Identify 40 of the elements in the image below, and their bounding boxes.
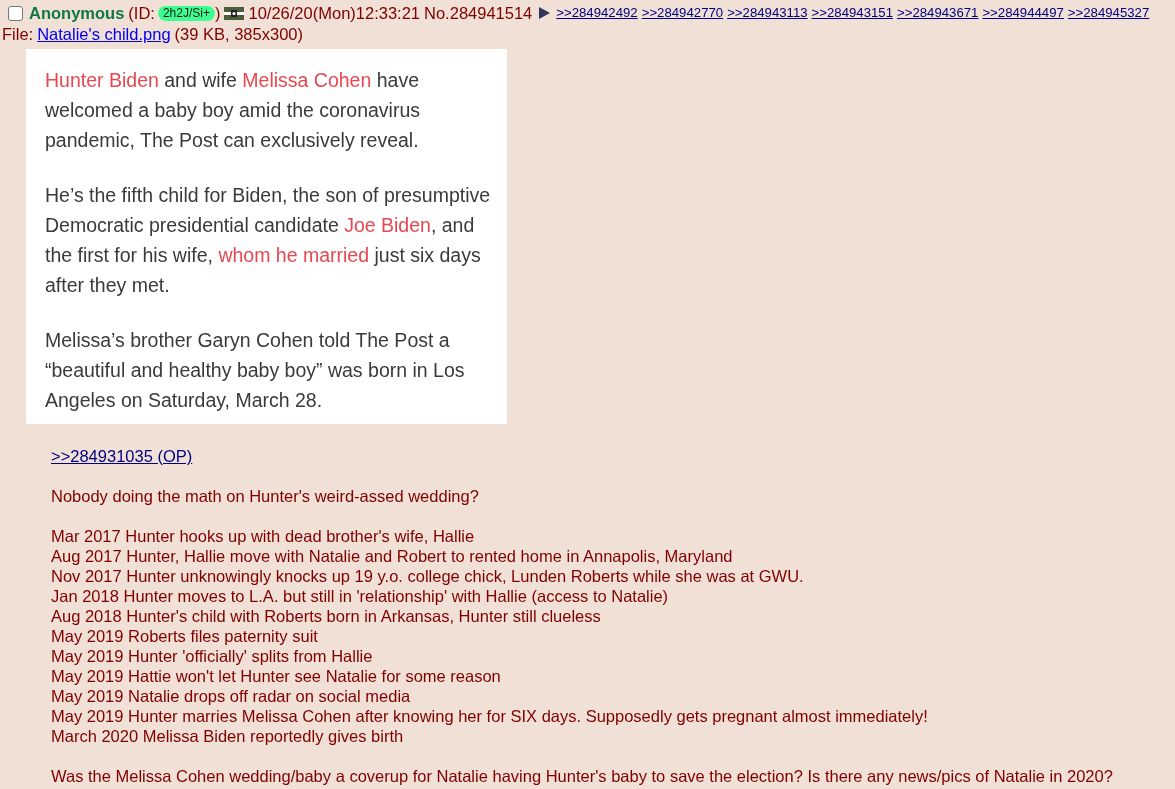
reply-link[interactable]: >>284944497 [982, 3, 1064, 23]
checkbox[interactable] [8, 5, 23, 21]
file-info: (39 KB, 385x300) [174, 23, 303, 45]
id-label: (ID: [128, 2, 155, 24]
id-label: ) [215, 2, 221, 24]
post-date: 10/26/20(Mon)12:33:21 [248, 2, 421, 24]
article-link[interactable]: Joe Biden [344, 214, 431, 236]
reply-link[interactable]: >>284945327 [1067, 3, 1150, 23]
menu-arrow-icon[interactable] [539, 7, 551, 19]
quote-link[interactable]: >>284931035 (OP) [51, 446, 193, 466]
message-line: Aug 2017 Hunter, Hallie move with Natalie and Robert to rented home in Annapolis, Maryland [51, 546, 734, 566]
message-line: March 2020 Melissa Biden reportedly gives birth [51, 726, 405, 746]
reply-link[interactable]: >>284943671 [897, 3, 979, 23]
message-line: Nov 2017 Hunter unknowingly knocks up 19 y.o. college chick, Lunden Roberts while she was at GWU. [51, 566, 805, 586]
message-line: Jan 2018 Hunter moves to L.A. but still in 'relationship' with Hallie (access to Natalie) [51, 586, 670, 606]
message-line: May 2019 Hattie won't let Hunter see Natalie for some reason [51, 666, 502, 686]
article-paragraph: He’s the fifth child for Biden, the son of presumptive Democratic presidential candidate Joe Biden, and the first for his wife, whom he married just six days after they met. [45, 183, 492, 298]
reply-link[interactable]: >>284942770 [641, 3, 724, 23]
message-line: May 2019 Hunter marries Melissa Cohen after knowing her for SIX days. Supposedly gets pregnant almost immediately! [51, 706, 929, 726]
message-line: Mar 2017 Hunter hooks up with dead brother's wife, Hallie [51, 526, 476, 546]
article-link[interactable]: whom he married [218, 244, 370, 266]
message-line: May 2019 Natalie drops off radar on social media [51, 686, 412, 706]
article-link[interactable]: Hunter Biden [45, 69, 159, 91]
reply-link[interactable]: >>284943113 [727, 3, 808, 23]
message-line: Aug 2018 Hunter's child with Roberts born in Arkansas, Hunter still clueless [51, 606, 602, 626]
article-paragraph: Hunter Biden and wife Melissa Cohen have welcomed a baby boy amid the coronavirus pandemic, The Post can exclusively reveal. [45, 68, 422, 153]
file-link[interactable]: Natalie's child.png [37, 21, 171, 47]
article-paragraph: Melissa’s brother Garyn Cohen told The Post a “beautiful and healthy baby boy” was born in Los Angeles on Saturday, March 28. [45, 328, 466, 413]
message-line: Was the Melissa Cohen wedding/baby a coverup for Natalie having Hunter's baby to save the election? Is there any news/pics of Natalie in 2020? [51, 766, 1114, 786]
poster-id: 2h2J/Si+ [157, 5, 215, 21]
flag-icon [224, 6, 245, 20]
file-label: File: [2, 23, 34, 45]
reply-link[interactable]: >>284942492 [556, 3, 638, 23]
poster-name: Anonymous [29, 2, 125, 24]
article-link[interactable]: Melissa Cohen [242, 69, 372, 91]
post-number: No.284941514 [424, 2, 533, 24]
message-line: May 2019 Hunter 'officially' splits from Hallie [51, 646, 374, 666]
reply-link[interactable]: >>284943151 [811, 3, 893, 23]
message-line: Nobody doing the math on Hunter's weird-assed wedding? [51, 486, 480, 506]
message-line: May 2019 Roberts files paternity suit [51, 626, 319, 646]
